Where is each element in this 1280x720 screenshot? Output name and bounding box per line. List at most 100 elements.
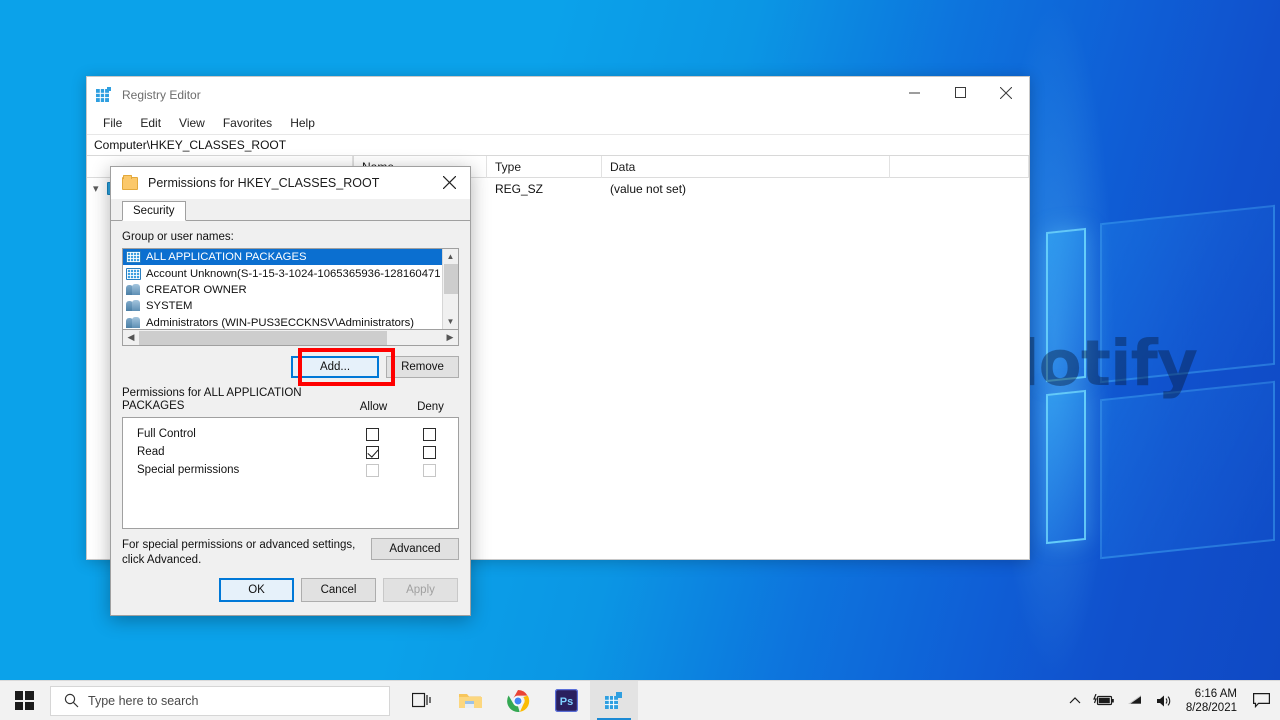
dialog-tabstrip: Security: [111, 199, 470, 221]
minimize-icon[interactable]: [891, 77, 937, 108]
menu-edit[interactable]: Edit: [131, 114, 170, 132]
wallpaper-shape: [1100, 380, 1275, 560]
permissions-dialog: Permissions for HKEY_CLASSES_ROOT Securi…: [110, 166, 471, 616]
table-row[interactable]: Full Control: [123, 425, 458, 443]
menu-file[interactable]: File: [94, 114, 131, 132]
vscroll-thumb[interactable]: [443, 264, 458, 294]
registry-grid-icon: [95, 86, 113, 104]
list-item[interactable]: Account Unknown(S-1-15-3-1024-1065365936…: [123, 265, 442, 281]
close-icon[interactable]: [983, 77, 1029, 108]
deny-checkbox-read[interactable]: [423, 445, 436, 459]
column-header-type[interactable]: Type: [487, 156, 602, 178]
deny-checkbox-special-permissions: [423, 463, 436, 477]
allow-checkbox-read[interactable]: [366, 445, 379, 459]
permissions-header: Permissions for ALL APPLICATION PACKAGES…: [122, 387, 459, 413]
add-button[interactable]: Add...: [291, 356, 379, 378]
cell-data: (value not set): [610, 182, 687, 196]
folder-icon: [122, 174, 138, 190]
allow-checkbox-full-control[interactable]: [366, 427, 379, 441]
dialog-title: Permissions for HKEY_CLASSES_ROOT: [148, 176, 380, 190]
list-item-label: SYSTEM: [146, 300, 193, 313]
group-or-user-names-label: Group or user names:: [122, 231, 234, 243]
advanced-button[interactable]: Advanced: [371, 538, 459, 560]
search-input[interactable]: Type here to search: [50, 685, 390, 716]
chevron-down-icon[interactable]: ▾: [93, 182, 107, 195]
svg-text:Ps: Ps: [559, 696, 572, 708]
allow-checkbox-special-permissions: [366, 463, 379, 477]
group-icon: [126, 283, 141, 296]
scroll-down-icon[interactable]: ▼: [443, 314, 459, 329]
allow-column-label: Allow: [359, 401, 388, 413]
group-user-list[interactable]: ALL APPLICATION PACKAGES Account Unknown…: [122, 248, 459, 330]
list-item[interactable]: Administrators (WIN-PUS3ECCKNSV\Administ…: [123, 315, 442, 329]
remove-button[interactable]: Remove: [386, 356, 459, 378]
permissions-for-label: Permissions for ALL APPLICATION PACKAGES: [122, 387, 302, 412]
battery-charging-icon[interactable]: [1087, 694, 1121, 707]
clock-time: 6:16 AM: [1194, 687, 1237, 700]
menu-favorites[interactable]: Favorites: [214, 114, 281, 132]
search-icon: [64, 693, 79, 708]
hscroll-thumb[interactable]: [139, 330, 387, 345]
wifi-icon[interactable]: [1121, 694, 1150, 707]
photoshop-icon[interactable]: Ps: [542, 681, 590, 720]
ok-button[interactable]: OK: [219, 578, 294, 602]
deny-checkbox-full-control[interactable]: [423, 427, 436, 441]
list-action-buttons: Add... Remove: [122, 348, 459, 386]
hscroll-track[interactable]: [139, 330, 442, 345]
wallpaper-shape: [1046, 389, 1086, 545]
taskbar: Type here to search Ps 6:16 AM 8/28/2021: [0, 680, 1280, 720]
group-icon: [126, 316, 141, 329]
apply-button: Apply: [383, 578, 458, 602]
close-icon[interactable]: [428, 167, 470, 197]
clock[interactable]: 6:16 AM 8/28/2021: [1180, 687, 1246, 715]
package-icon: [126, 251, 141, 264]
table-row: Special permissions: [123, 461, 458, 479]
registry-editor-menubar: File Edit View Favorites Help: [87, 112, 1029, 135]
cell-type: REG_SZ: [495, 182, 544, 196]
menu-help[interactable]: Help: [281, 114, 324, 132]
wallpaper-shape: [1100, 204, 1275, 384]
list-item[interactable]: ALL APPLICATION PACKAGES: [123, 249, 442, 266]
wallpaper-shape: [1046, 227, 1086, 383]
show-hidden-icons[interactable]: [1063, 696, 1087, 706]
advanced-help-text: For special permissions or advanced sett…: [122, 539, 356, 566]
list-horizontal-scrollbar[interactable]: ◀ ▶: [122, 330, 459, 346]
column-header-data[interactable]: Data: [602, 156, 890, 178]
deny-column-label: Deny: [417, 401, 444, 413]
dialog-content: Group or user names: ALL APPLICATION PAC…: [111, 221, 470, 567]
action-center-icon[interactable]: [1246, 681, 1276, 720]
list-item-label: Account Unknown(S-1-15-3-1024-1065365936…: [146, 267, 441, 280]
scroll-left-icon[interactable]: ◀: [123, 331, 139, 345]
file-explorer-icon[interactable]: [446, 681, 494, 720]
group-icon: [126, 300, 141, 312]
vscroll-track[interactable]: [443, 264, 459, 314]
list-item-label: CREATOR OWNER: [146, 283, 247, 296]
list-item[interactable]: SYSTEM: [123, 298, 442, 314]
windows-start-icon[interactable]: [0, 681, 48, 720]
list-vertical-scrollbar[interactable]: ▲ ▼: [442, 249, 458, 329]
task-view-icon[interactable]: [398, 681, 446, 720]
chrome-icon[interactable]: [494, 681, 542, 720]
permission-label: Special permissions: [137, 464, 240, 476]
permission-label: Read: [137, 446, 165, 458]
dialog-buttons: OK Cancel Apply: [111, 565, 470, 615]
registry-editor-icon[interactable]: [590, 680, 638, 720]
maximize-icon[interactable]: [937, 77, 983, 108]
column-header-filler: [890, 156, 1029, 178]
advanced-section: For special permissions or advanced sett…: [122, 538, 459, 567]
dialog-titlebar: Permissions for HKEY_CLASSES_ROOT: [111, 167, 470, 199]
scroll-up-icon[interactable]: ▲: [443, 249, 459, 264]
list-item-label: Administrators (WIN-PUS3ECCKNSV\Administ…: [146, 316, 415, 329]
volume-icon[interactable]: [1150, 694, 1180, 708]
address-bar[interactable]: Computer\HKEY_CLASSES_ROOT: [87, 135, 1029, 156]
search-placeholder: Type here to search: [88, 693, 199, 708]
scroll-right-icon[interactable]: ▶: [442, 331, 458, 345]
table-row[interactable]: Read: [123, 443, 458, 461]
registry-editor-titlebar: Registry Editor: [87, 77, 1029, 112]
menu-view[interactable]: View: [170, 114, 214, 132]
cancel-button[interactable]: Cancel: [301, 578, 376, 602]
list-item-label: ALL APPLICATION PACKAGES: [146, 251, 307, 264]
clock-date: 8/28/2021: [1185, 701, 1237, 714]
list-item[interactable]: CREATOR OWNER: [123, 282, 442, 298]
tab-security[interactable]: Security: [122, 201, 186, 221]
